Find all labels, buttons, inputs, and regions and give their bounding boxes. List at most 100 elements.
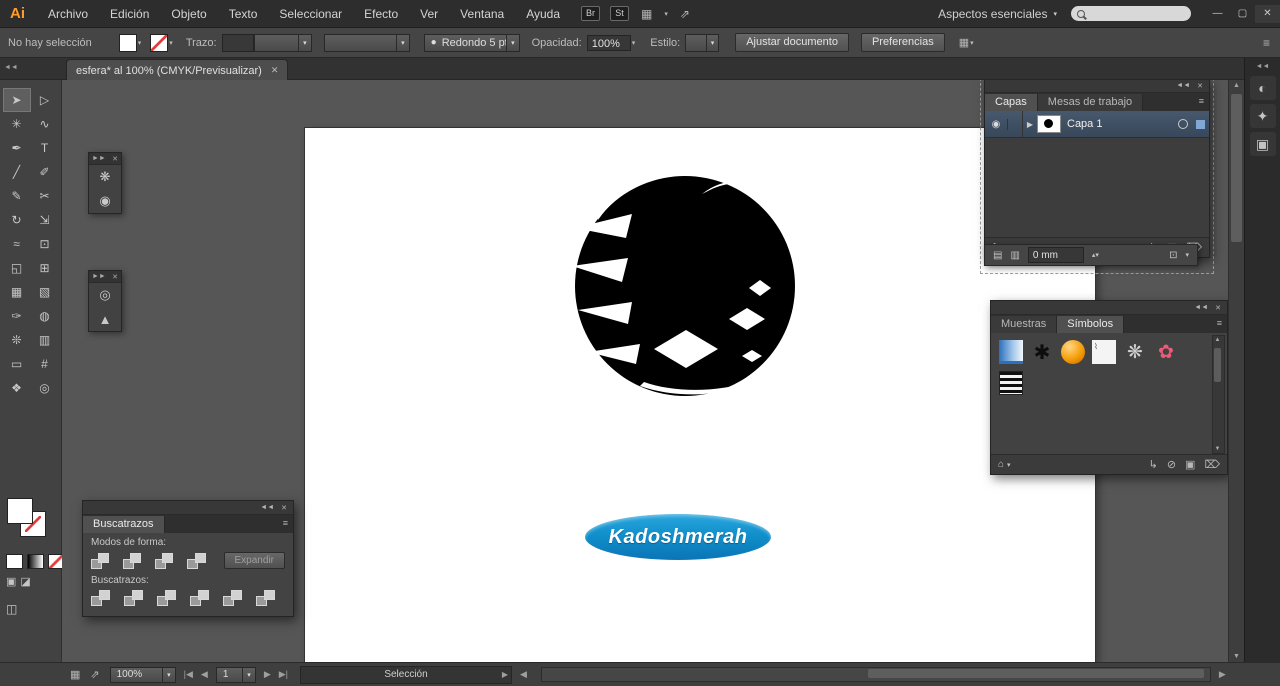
lock-column[interactable] (1008, 111, 1023, 137)
visibility-eye-icon[interactable]: ◉ (985, 119, 1008, 130)
sphere-logo[interactable] (570, 158, 800, 404)
draw-behind-icon[interactable]: ◪ (20, 575, 30, 588)
layer-row-capa1[interactable]: ◉ ▶ Capa 1 (985, 111, 1209, 138)
align-a-icon[interactable]: ▤ (993, 250, 1002, 261)
stock-icon[interactable]: St (610, 6, 629, 21)
blend-tool[interactable]: ◍ (31, 304, 59, 328)
status-grid-icon[interactable]: ▦ (70, 668, 80, 681)
opacity-dropdown-icon[interactable]: ▾ (632, 39, 636, 47)
stroke-weight-dropdown[interactable]: ▾ (254, 34, 312, 52)
menu-objeto[interactable]: Objeto (160, 0, 217, 28)
restore-button[interactable]: ▢ (1230, 5, 1255, 23)
help-search[interactable] (1071, 6, 1191, 21)
symbol-star-outline[interactable]: ❋ (1123, 340, 1147, 364)
symbol-orange-orb[interactable] (1061, 340, 1085, 364)
crop-icon[interactable] (190, 590, 209, 606)
constrain-icon[interactable]: ⊡ (1169, 250, 1177, 261)
minus-back-icon[interactable] (256, 590, 275, 606)
revolve-palette-icon[interactable]: ◎ (89, 283, 121, 307)
menu-ventana[interactable]: Ventana (449, 0, 515, 28)
column-graph-tool[interactable]: ▥ (31, 328, 59, 352)
artboard-first-icon[interactable]: |◀ (184, 669, 193, 680)
exclude-icon[interactable] (187, 553, 205, 569)
menu-efecto[interactable]: Efecto (353, 0, 409, 28)
scissors-tool[interactable]: ✂ (31, 184, 59, 208)
menu-ayuda[interactable]: Ayuda (515, 0, 571, 28)
color-button[interactable] (6, 554, 23, 569)
hscroll-thumb[interactable] (868, 669, 1204, 678)
align-b-icon[interactable]: ▥ (1010, 250, 1019, 261)
outline-icon[interactable] (223, 590, 242, 606)
offset-field[interactable]: 0 mm (1028, 247, 1084, 263)
artboard-tool[interactable]: ▭ (3, 352, 31, 376)
layer-selection-chip[interactable] (1196, 120, 1205, 129)
workspace-switcher[interactable]: Aspectos esenciales ▾ (938, 7, 1057, 21)
stroke-dropdown-icon[interactable]: ▾ (169, 39, 173, 47)
pencil-tool[interactable]: ✎ (3, 184, 31, 208)
slice-tool[interactable]: # (31, 352, 59, 376)
arrange-documents-dropdown-icon[interactable]: ▾ (664, 10, 668, 18)
pen-tool[interactable]: ✒ (3, 136, 31, 160)
orb-palette-icon[interactable]: ◉ (89, 189, 121, 213)
document-tab[interactable]: esfera* al 100% (CMYK/Previsualizar) ✕ (66, 59, 288, 81)
horizontal-scrollbar[interactable] (541, 667, 1211, 682)
symbol-banner-gradient[interactable] (999, 340, 1023, 364)
intersect-icon[interactable] (155, 553, 173, 569)
symbols-close-icon[interactable]: ✕ (1215, 304, 1221, 312)
status-launch-icon[interactable]: ⇗ (90, 668, 99, 681)
document-setup-icon[interactable]: ▦ (959, 36, 969, 49)
magic-wand-tool[interactable]: ✳ (3, 112, 31, 136)
palette2-close-icon[interactable]: ✕ (112, 273, 118, 281)
symbols-scroll-thumb[interactable] (1214, 348, 1221, 382)
symbol-ink-splatter[interactable]: ✱ (1030, 340, 1054, 364)
divide-icon[interactable] (91, 590, 110, 606)
dock-expand-icon[interactable]: ◄◄ (1245, 58, 1280, 72)
vscroll-thumb[interactable] (1231, 94, 1242, 242)
share-icon[interactable]: ⇗ (680, 7, 690, 21)
layer-target-icon[interactable] (1178, 119, 1188, 129)
fill-color-well[interactable] (7, 498, 33, 524)
appearance-panel-icon[interactable]: ✦ (1250, 104, 1276, 128)
constrain-dropdown-icon[interactable]: ▾ (1185, 251, 1189, 259)
screen-mode-icon[interactable]: ◫ (6, 602, 17, 616)
control-panel-menu-icon[interactable]: ≡ (1263, 36, 1270, 50)
pathfinder-close-icon[interactable]: ✕ (281, 504, 287, 512)
minimize-button[interactable]: — (1205, 5, 1230, 23)
mesh-tool[interactable]: ▦ (3, 280, 31, 304)
kadoshmerah-logo[interactable]: Kadoshmerah (585, 514, 771, 560)
palette-expand-icon[interactable]: ►► (92, 155, 106, 162)
preferences-button[interactable]: Preferencias (861, 33, 945, 52)
stroke-weight-stepper[interactable] (222, 34, 254, 52)
unite-icon[interactable] (91, 553, 109, 569)
eyedropper-tool[interactable]: ✑ (3, 304, 31, 328)
layers-collapse-icon[interactable]: ◄◄ (1176, 82, 1190, 89)
place-symbol-icon[interactable]: ↳ (1149, 458, 1158, 471)
symbol-sprayer-tool[interactable]: ❊ (3, 328, 31, 352)
layers-menu-icon[interactable]: ≡ (1199, 96, 1204, 106)
perspective-grid-tool[interactable]: ⊞ (31, 256, 59, 280)
new-symbol-icon[interactable]: ▣ (1185, 458, 1195, 471)
rotate-tool[interactable]: ↻ (3, 208, 31, 232)
canvas-pasteboard[interactable]: Kadoshmerah ►► ✕ ❋ ◉ ►► ✕ ◎ ▲ ◄◄ ✕ (62, 80, 1228, 662)
symbol-sketch-marks[interactable]: ⌇ (1092, 340, 1116, 364)
menu-texto[interactable]: Texto (218, 0, 269, 28)
paintbrush-tool[interactable]: ✐ (31, 160, 59, 184)
pathfinder-collapse-icon[interactable]: ◄◄ (260, 504, 274, 511)
symbol-library-dropdown-icon[interactable]: ▾ (1007, 461, 1011, 469)
search-input[interactable] (1090, 7, 1174, 20)
tab-capas[interactable]: Capas (985, 94, 1038, 111)
palette2-expand-icon[interactable]: ►► (92, 273, 106, 280)
opacity-field[interactable]: 100% (587, 35, 631, 51)
tab-muestras[interactable]: Muestras (991, 316, 1057, 333)
symbol-stripes[interactable] (999, 371, 1023, 395)
sprayer-palette-icon[interactable]: ❋ (89, 165, 121, 189)
menu-ver[interactable]: Ver (409, 0, 449, 28)
tab-buscatrazos[interactable]: Buscatrazos (83, 516, 165, 533)
color-panel-icon[interactable]: ◐ (1250, 76, 1276, 100)
graphic-styles-panel-icon[interactable]: ▣ (1250, 132, 1276, 156)
vscroll-up-icon[interactable]: ▲ (1229, 82, 1244, 89)
merge-icon[interactable] (157, 590, 176, 606)
minus-front-icon[interactable] (123, 553, 141, 569)
document-setup-dropdown-icon[interactable]: ▾ (970, 39, 974, 47)
vertical-scrollbar[interactable]: ▲ ▼ (1228, 80, 1244, 662)
